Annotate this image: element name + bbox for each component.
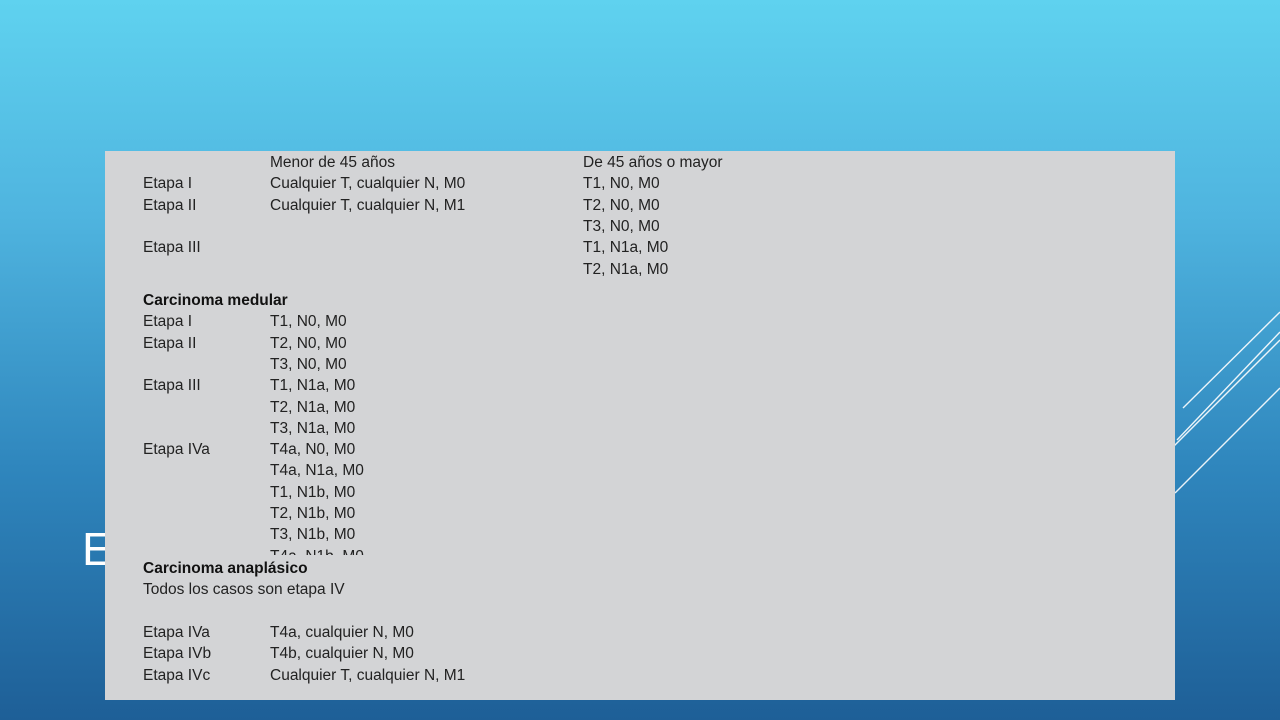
stage-value: T1, N1a, M0 [270,377,356,395]
stage-label: Etapa I [143,313,193,331]
stage-label: Etapa I [143,175,193,193]
section-subtitle: Todos los casos son etapa IV [143,581,345,599]
stage-value: T3, N1a, M0 [270,419,356,437]
staging-table-image: Menor de 45 años De 45 años o mayor Etapa … [105,151,1175,700]
stage-label: Etapa IVa [143,441,210,459]
stage-label: Etapa IVa [143,623,210,641]
stage-label: Etapa II [143,334,197,352]
stage-value-45-plus: T3, N0, M0 [583,217,660,235]
section-title: Carcinoma medular [143,292,288,309]
stage-label: Etapa IVc [143,666,211,684]
column-header-45-plus: De 45 años o mayor [583,154,723,171]
stage-label: Etapa III [143,239,201,257]
stage-value-45-plus: T1, N0, M0 [583,175,660,193]
stage-value: T3, N0, M0 [270,355,347,373]
stage-value-45-plus: T3, N1a, M0 [583,282,668,284]
section-age-staging: Menor de 45 años De 45 años o mayor Etapa … [105,151,1175,284]
stage-value: T2, N1a, M0 [270,398,356,416]
stage-value-45-plus: T2, N1a, M0 [583,260,669,278]
section-title: Carcinoma anaplásico [143,560,308,577]
stage-label: Etapa II [143,196,197,214]
stage-value: T2, N1b, M0 [270,505,356,522]
stage-value: T1, N1b, M0 [270,483,356,501]
stage-value: T4a, N1b, M0 [270,548,364,555]
section-anaplastic: Carcinoma anaplásico Todos los casos son … [105,559,1175,700]
column-header-under-45: Menor de 45 años [270,154,395,171]
stage-value: T4b, cualquier N, M0 [270,645,414,663]
stage-label: Etapa IVb [143,645,212,663]
stage-value: T4a, cualquier N, M0 [270,623,414,641]
stage-value: T1, N0, M0 [270,313,347,331]
stage-value: Cualquier T, cualquier N, M1 [270,666,466,684]
stage-value-under-45: Cualquier T, cualquier N, M0 [270,175,466,193]
stage-value: T2, N0, M0 [270,334,347,352]
stage-value-45-plus: T1, N1a, M0 [583,239,669,257]
stage-value-45-plus: T2, N0, M0 [583,196,660,214]
stage-value: T3, N1b, M0 [270,526,356,544]
stage-label: Etapa III [143,377,201,395]
stage-value-under-45: Cualquier T, cualquier N, M1 [270,196,466,214]
section-medullary: Carcinoma medular Etapa I T1, N0, M0 Etapa … [105,291,1175,555]
stage-value: T4a, N1a, M0 [270,462,364,480]
stage-value: T4a, N0, M0 [270,441,356,459]
